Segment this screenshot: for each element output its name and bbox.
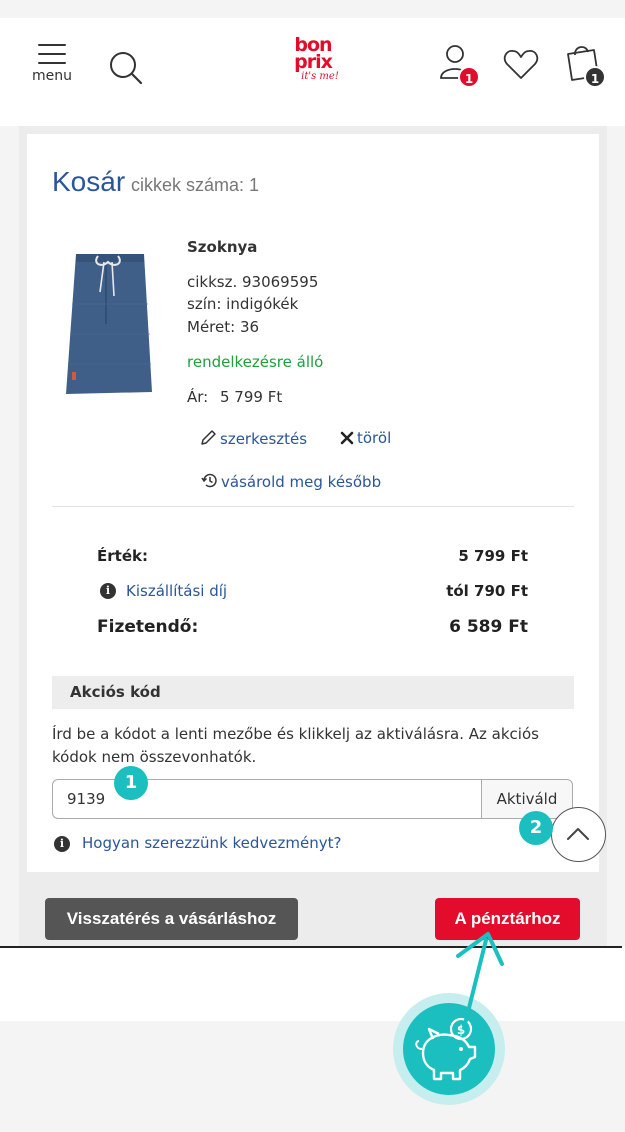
close-icon xyxy=(340,431,354,445)
subtotal-label: Érték: xyxy=(97,547,148,565)
buy-later-label: vásárold meg később xyxy=(221,473,382,491)
logo-line-2: prix xyxy=(294,51,333,73)
info-icon: i xyxy=(54,836,70,852)
step-marker-2: 2 xyxy=(519,811,553,845)
bonprix-logo[interactable]: bon prix it's me! xyxy=(282,36,344,103)
product-image[interactable] xyxy=(62,244,158,399)
menu-label: menu xyxy=(32,68,72,84)
edit-label: szerkesztés xyxy=(220,430,308,448)
account-button[interactable]: 1 xyxy=(436,42,484,94)
menu-icon xyxy=(38,44,66,64)
logo-tagline: it's me! xyxy=(301,71,339,82)
band-line xyxy=(0,946,622,948)
product-name[interactable]: Szoknya xyxy=(187,238,257,256)
cart-title: Kosár xyxy=(52,166,126,197)
search-button[interactable] xyxy=(106,48,146,88)
scroll-to-top-button[interactable] xyxy=(551,807,606,862)
product-size: Méret: 36 xyxy=(187,318,260,336)
delete-link[interactable]: töröl xyxy=(340,429,391,447)
shopping-bag-button[interactable]: 1 xyxy=(562,42,610,96)
promo-code-info: Írd be a kódot a lenti mezőbe és klikkel… xyxy=(52,725,539,766)
cart-page: menu bon prix it's me! 1 1 Kosár cikkek … xyxy=(0,0,625,1132)
chevron-up-icon xyxy=(567,828,589,840)
pointer-arrow-icon xyxy=(456,932,504,1030)
divider xyxy=(52,506,574,507)
promo-code-heading: Akciós kód xyxy=(52,676,574,709)
shipping-fee-value: tól 790 Ft xyxy=(446,582,528,600)
bottom-band xyxy=(0,947,625,1021)
wishlist-button[interactable] xyxy=(501,45,541,85)
total-label: Fizetendő: xyxy=(97,617,199,637)
edit-link[interactable]: szerkesztés xyxy=(200,429,307,448)
product-price: 5 799 Ft xyxy=(220,388,283,406)
bag-badge: 1 xyxy=(584,66,606,88)
back-to-shopping-button[interactable]: Visszatérés a vásárláshoz xyxy=(45,898,298,940)
heart-icon xyxy=(503,50,539,79)
delete-label: töröl xyxy=(357,429,392,447)
product-availability: rendelkezésre álló xyxy=(187,353,324,371)
product-color: szín: indigókék xyxy=(187,295,299,313)
history-icon xyxy=(201,473,217,488)
product-sku: cikksz. 93069595 xyxy=(187,273,319,291)
search-icon xyxy=(110,52,143,85)
menu-button[interactable]: menu xyxy=(28,44,76,94)
info-icon[interactable]: i xyxy=(100,583,116,599)
account-badge: 1 xyxy=(458,66,480,88)
total-value: 6 589 Ft xyxy=(449,617,528,637)
pencil-icon xyxy=(201,430,216,445)
subtotal-value: 5 799 Ft xyxy=(458,547,528,565)
buy-later-link[interactable]: vásárold meg később xyxy=(201,472,381,491)
product-price-label: Ár: xyxy=(187,388,209,406)
discount-help-link[interactable]: Hogyan szerezzünk kedvezményt? xyxy=(82,834,341,852)
cart-item-count: cikkek száma: 1 xyxy=(131,175,260,195)
site-header: menu bon prix it's me! 1 1 xyxy=(0,18,625,126)
shipping-fee-link[interactable]: Kiszállítási díj xyxy=(126,582,227,600)
step-marker-1: 1 xyxy=(114,766,148,800)
